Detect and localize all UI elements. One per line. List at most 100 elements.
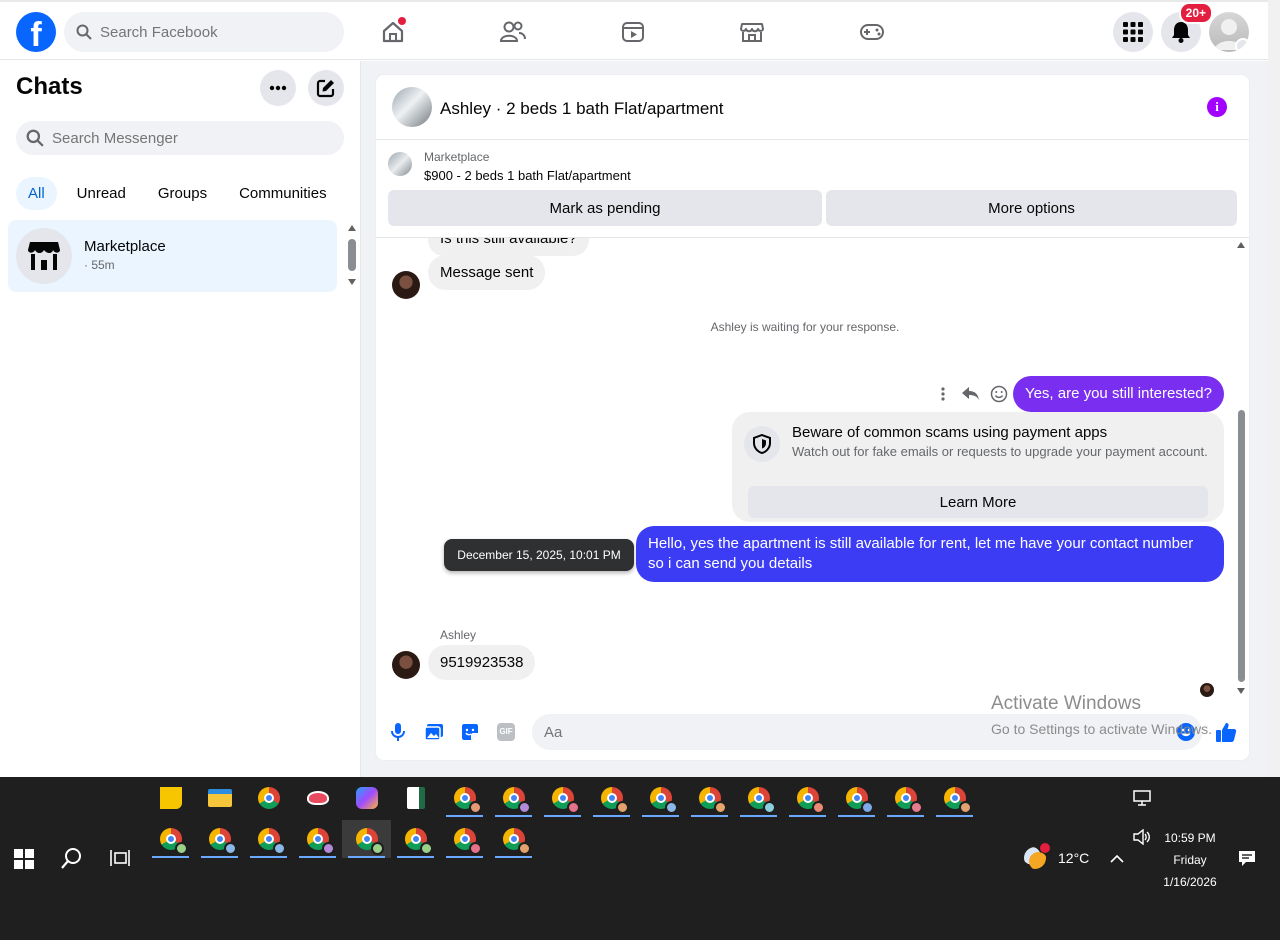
- reply-icon: [962, 387, 979, 400]
- friends-icon: [499, 21, 526, 42]
- scrollbar-thumb[interactable]: [1238, 410, 1245, 682]
- chrome-profile-7[interactable]: [734, 779, 783, 817]
- page-scrollbar[interactable]: [1268, 0, 1280, 777]
- facebook-search-input[interactable]: [100, 23, 320, 41]
- network-tray-button[interactable]: [1133, 790, 1151, 811]
- new-message-button[interactable]: [308, 70, 344, 106]
- reply-button[interactable]: [960, 383, 982, 405]
- top-nav-bar: f 20+: [0, 0, 1268, 60]
- incoming-message-phone[interactable]: 9519923538: [428, 645, 536, 680]
- chrome-profile-13[interactable]: [195, 820, 244, 858]
- marketplace-nav-button[interactable]: [736, 16, 768, 48]
- chrome-icon: [453, 828, 482, 855]
- learn-more-button[interactable]: Learn More: [748, 486, 1208, 518]
- chrome-profile-8[interactable]: [783, 779, 832, 817]
- chrome-profile-15[interactable]: [293, 820, 342, 858]
- chrome-profile-1[interactable]: [440, 779, 489, 817]
- home-nav-button[interactable]: [377, 16, 409, 48]
- notification-center-button[interactable]: [1238, 850, 1256, 872]
- marketplace-label: Marketplace: [424, 150, 490, 164]
- facebook-logo[interactable]: f: [16, 12, 56, 52]
- listing-thumbnail[interactable]: [388, 152, 412, 176]
- gif-button[interactable]: GIF: [494, 720, 518, 744]
- file-explorer-app[interactable]: [195, 779, 244, 817]
- tab-communities[interactable]: Communities: [227, 177, 339, 210]
- taskbar-search-button[interactable]: [61, 847, 83, 874]
- chat-name: Marketplace: [84, 238, 166, 255]
- like-button[interactable]: [1214, 720, 1238, 744]
- chrome-profile-18[interactable]: [440, 820, 489, 858]
- tab-unread[interactable]: Unread: [65, 177, 138, 210]
- notifications-button[interactable]: 20+: [1161, 2, 1213, 52]
- snipping-tool-app[interactable]: [293, 779, 342, 817]
- chrome-profile-6[interactable]: [685, 779, 734, 817]
- watermark-line-1: Activate Windows: [991, 693, 1141, 714]
- start-button[interactable]: [14, 849, 34, 874]
- chrome-profile-10[interactable]: [881, 779, 930, 817]
- chrome-profile-11[interactable]: [930, 779, 979, 817]
- messenger-search-input[interactable]: [52, 129, 272, 147]
- gif-icon: GIF: [497, 723, 515, 741]
- facebook-search-box[interactable]: [64, 12, 344, 52]
- voice-clip-button[interactable]: [386, 720, 410, 744]
- attach-media-button[interactable]: [422, 720, 446, 744]
- chat-list-scrollbar[interactable]: [346, 223, 358, 291]
- mark-as-pending-button[interactable]: Mark as pending: [388, 190, 822, 226]
- chrome-profile-2[interactable]: [489, 779, 538, 817]
- smiley-icon: [990, 385, 1008, 403]
- info-icon[interactable]: i: [1207, 97, 1227, 117]
- ashley-avatar[interactable]: [392, 271, 420, 299]
- chat-timestamp: · 55m: [84, 258, 115, 272]
- chrome-icon: [257, 787, 280, 809]
- gaming-nav-button[interactable]: [856, 16, 888, 48]
- scroll-down-arrow-icon: [1237, 688, 1245, 694]
- friends-nav-button[interactable]: [497, 16, 529, 48]
- weather-widget[interactable]: 12°C: [1024, 843, 1089, 869]
- document-app[interactable]: [391, 779, 440, 817]
- chrome-profile-9[interactable]: [832, 779, 881, 817]
- listing-title[interactable]: $900 - 2 beds 1 bath Flat/apartment: [424, 168, 631, 183]
- scrollbar-thumb[interactable]: [348, 239, 356, 271]
- conversation-title[interactable]: Ashley · 2 beds 1 bath Flat/apartment: [440, 99, 724, 119]
- react-button[interactable]: [988, 383, 1010, 405]
- chrome-profile-19[interactable]: [489, 820, 538, 858]
- video-nav-button[interactable]: [617, 16, 649, 48]
- chrome-profile-17[interactable]: [391, 820, 440, 858]
- chrome-icon: [698, 787, 727, 814]
- more-options-button[interactable]: More options: [826, 190, 1237, 226]
- thread-scrollbar[interactable]: [1234, 238, 1249, 698]
- profile-avatar-button[interactable]: [1209, 12, 1249, 52]
- taskbar-row-1: [146, 779, 979, 817]
- chat-list-item-marketplace[interactable]: Marketplace · 55m: [8, 220, 337, 292]
- conversation-panel: Ashley · 2 beds 1 bath Flat/apartment i …: [376, 75, 1249, 760]
- menu-button[interactable]: [1113, 12, 1153, 52]
- shield-icon: [753, 434, 771, 454]
- clock-day: Friday: [1173, 853, 1207, 867]
- copilot-app[interactable]: [342, 779, 391, 817]
- message-more-button[interactable]: [932, 383, 954, 405]
- listing-avatar[interactable]: [392, 87, 432, 127]
- chrome-profile-12[interactable]: [146, 820, 195, 858]
- chrome-icon: [894, 787, 923, 814]
- show-hidden-icons-button[interactable]: [1110, 851, 1124, 869]
- tab-all[interactable]: All: [16, 177, 57, 210]
- volume-button[interactable]: [1133, 828, 1151, 850]
- sticker-button[interactable]: [458, 720, 482, 744]
- chrome-profile-5[interactable]: [636, 779, 685, 817]
- scroll-up-arrow-icon: [1237, 242, 1245, 248]
- task-view-button[interactable]: [110, 849, 130, 872]
- gaming-icon: [860, 24, 884, 40]
- chrome-profile-4[interactable]: [587, 779, 636, 817]
- chrome-profile-14[interactable]: [244, 820, 293, 858]
- chat-options-button[interactable]: [260, 70, 296, 106]
- messenger-search-box[interactable]: [16, 121, 344, 155]
- system-clock[interactable]: 10:59 PM Friday 1/16/2026: [1158, 827, 1222, 893]
- sticky-notes-app[interactable]: [146, 779, 195, 817]
- chrome-profile-16-active[interactable]: [342, 820, 391, 858]
- chrome-app[interactable]: [244, 779, 293, 817]
- chrome-profile-3[interactable]: [538, 779, 587, 817]
- outgoing-message-1[interactable]: Yes, are you still interested?: [1012, 376, 1224, 412]
- tab-groups[interactable]: Groups: [146, 177, 219, 210]
- ashley-avatar-2[interactable]: [392, 651, 420, 679]
- outgoing-message-2[interactable]: Hello, yes the apartment is still availa…: [636, 526, 1224, 582]
